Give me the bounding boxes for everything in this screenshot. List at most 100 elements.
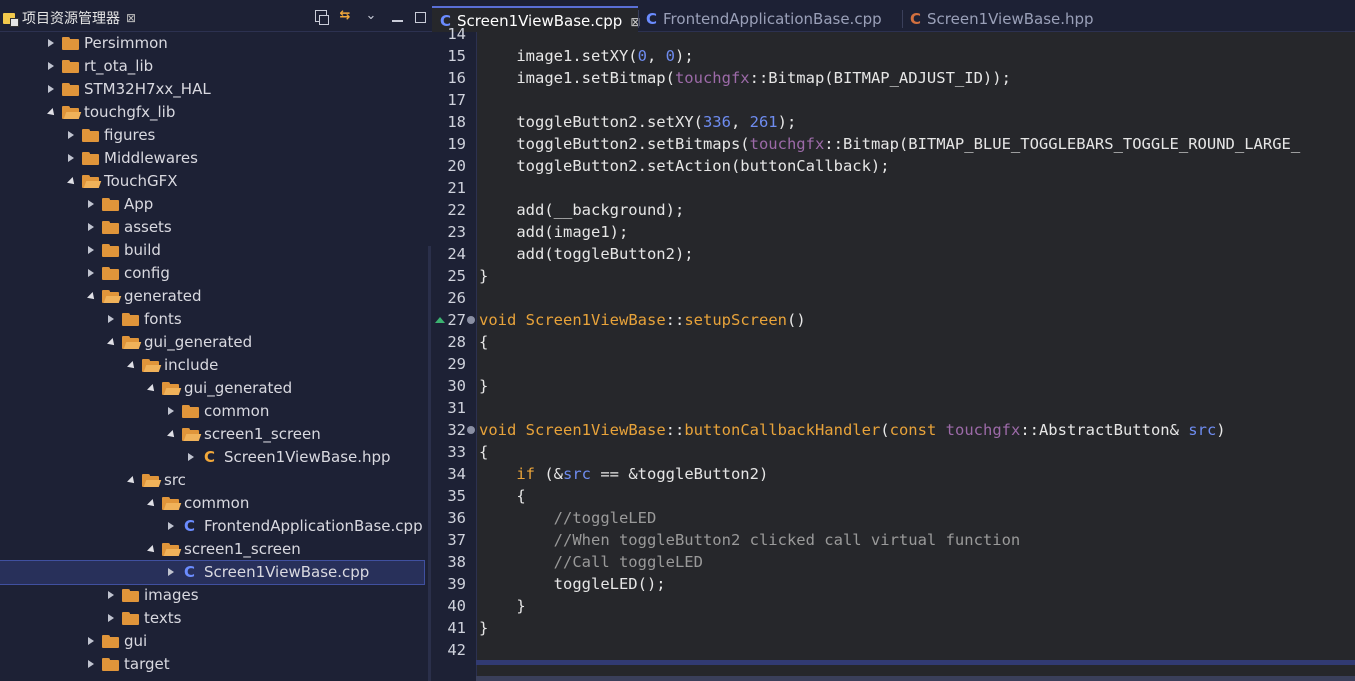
- tree-item[interactable]: screen1_screen: [0, 423, 432, 446]
- collapsed-arrow-icon[interactable]: [166, 515, 178, 538]
- collapsed-arrow-icon[interactable]: [66, 147, 78, 170]
- code-line[interactable]: {: [479, 485, 525, 507]
- link-with-editor-icon[interactable]: ⇆: [337, 8, 353, 24]
- expanded-arrow-icon[interactable]: [66, 170, 78, 193]
- tree-item[interactable]: Persimmon: [0, 32, 432, 55]
- tree-item[interactable]: gui_generated: [0, 377, 432, 400]
- code-line[interactable]: //When toggleButton2 clicked call virtua…: [479, 529, 1021, 551]
- collapsed-arrow-icon[interactable]: [66, 124, 78, 147]
- collapsed-arrow-icon[interactable]: [166, 561, 178, 584]
- expanded-arrow-icon[interactable]: [126, 469, 138, 492]
- tree-item[interactable]: images: [0, 584, 432, 607]
- editor-tab-label: Screen1ViewBase.hpp: [927, 10, 1094, 28]
- code-line[interactable]: image1.setBitmap(touchgfx::Bitmap(BITMAP…: [479, 67, 1011, 89]
- folder-icon: [102, 243, 120, 258]
- tree-item[interactable]: figures: [0, 124, 432, 147]
- tree-item[interactable]: rt_ota_lib: [0, 55, 432, 78]
- tree-item[interactable]: C Screen1ViewBase.hpp: [0, 446, 432, 469]
- tree-item[interactable]: texts: [0, 607, 432, 630]
- code-line[interactable]: toggleButton2.setXY(336, 261);: [479, 111, 796, 133]
- code-line[interactable]: void Screen1ViewBase::buttonCallbackHand…: [479, 419, 1226, 441]
- collapse-all-icon[interactable]: [315, 10, 329, 25]
- code-line[interactable]: {: [479, 331, 488, 353]
- collapsed-arrow-icon[interactable]: [86, 193, 98, 216]
- tree-item[interactable]: target: [0, 653, 432, 676]
- tree-item[interactable]: C Screen1ViewBase.cpp: [0, 560, 425, 585]
- tree-scrollbar[interactable]: [428, 246, 431, 681]
- expanded-arrow-icon[interactable]: [86, 285, 98, 308]
- expanded-arrow-icon[interactable]: [146, 377, 158, 400]
- horizontal-scrollbar[interactable]: [476, 660, 1355, 665]
- tree-item[interactable]: screen1_screen: [0, 538, 432, 561]
- code-token: {: [479, 443, 489, 461]
- collapsed-arrow-icon[interactable]: [46, 55, 58, 78]
- code-line[interactable]: image1.setXY(0, 0);: [479, 45, 693, 67]
- collapsed-arrow-icon[interactable]: [86, 239, 98, 262]
- tree-item-label: App: [124, 195, 154, 213]
- code-line[interactable]: }: [479, 595, 525, 617]
- minimize-icon[interactable]: [389, 8, 405, 24]
- tree-item[interactable]: TouchGFX: [0, 170, 432, 193]
- editor-tab[interactable]: C Screen1ViewBase.hpp: [902, 6, 1132, 32]
- tree-item[interactable]: touchgfx_lib: [0, 101, 432, 124]
- collapsed-arrow-icon[interactable]: [86, 262, 98, 285]
- collapsed-arrow-icon[interactable]: [46, 32, 58, 55]
- tree-item[interactable]: Middlewares: [0, 147, 432, 170]
- tree-item[interactable]: C FrontendApplicationBase.cpp: [0, 515, 432, 538]
- collapsed-arrow-icon[interactable]: [166, 400, 178, 423]
- code-line[interactable]: add(image1);: [479, 221, 628, 243]
- collapsed-arrow-icon[interactable]: [86, 653, 98, 676]
- collapsed-arrow-icon[interactable]: [186, 446, 198, 469]
- collapsed-arrow-icon[interactable]: [106, 584, 118, 607]
- code-token: ,: [646, 47, 666, 65]
- code-line[interactable]: toggleButton2.setBitmaps(touchgfx::Bitma…: [479, 133, 1300, 155]
- fold-marker-icon[interactable]: [467, 426, 475, 434]
- tree-item[interactable]: common: [0, 492, 432, 515]
- code-line[interactable]: toggleLED();: [479, 573, 666, 595]
- code-line[interactable]: add(__background);: [479, 199, 684, 221]
- code-line[interactable]: }: [479, 617, 488, 639]
- tree-item[interactable]: generated: [0, 285, 432, 308]
- tree-item[interactable]: gui: [0, 630, 432, 653]
- collapsed-arrow-icon[interactable]: [86, 630, 98, 653]
- collapsed-arrow-icon[interactable]: [106, 607, 118, 630]
- close-icon[interactable]: ⊠: [126, 11, 136, 25]
- fold-marker-icon[interactable]: [467, 316, 475, 324]
- tree-item[interactable]: App: [0, 193, 432, 216]
- code-line[interactable]: }: [479, 375, 488, 397]
- code-line[interactable]: {: [479, 441, 488, 463]
- expanded-arrow-icon[interactable]: [166, 423, 178, 446]
- code-line[interactable]: void Screen1ViewBase::setupScreen(): [479, 309, 806, 331]
- code-line[interactable]: //toggleLED: [479, 507, 657, 529]
- tree-item[interactable]: common: [0, 400, 432, 423]
- override-arrow-icon: [435, 317, 445, 323]
- expanded-arrow-icon[interactable]: [146, 538, 158, 561]
- tree-item[interactable]: gui_generated: [0, 331, 432, 354]
- tree-item[interactable]: fonts: [0, 308, 432, 331]
- editor-tab[interactable]: C FrontendApplicationBase.cpp: [638, 6, 902, 32]
- code-line[interactable]: add(toggleButton2);: [479, 243, 693, 265]
- tree-item[interactable]: src: [0, 469, 432, 492]
- tree-item-label: build: [124, 241, 161, 259]
- collapsed-arrow-icon[interactable]: [106, 308, 118, 331]
- tree-item[interactable]: config: [0, 262, 432, 285]
- expanded-arrow-icon[interactable]: [146, 492, 158, 515]
- collapsed-arrow-icon[interactable]: [86, 216, 98, 239]
- tab-project-explorer[interactable]: 项目资源管理器 ⊠: [2, 6, 136, 30]
- expanded-arrow-icon[interactable]: [106, 331, 118, 354]
- code-line[interactable]: toggleButton2.setAction(buttonCallback);: [479, 155, 889, 177]
- code-line[interactable]: }: [479, 265, 488, 287]
- view-menu-chevron-down-icon[interactable]: ⌄: [363, 8, 379, 24]
- hpp-file-icon: C: [204, 448, 216, 466]
- expanded-arrow-icon[interactable]: [126, 354, 138, 377]
- code-line[interactable]: //Call toggleLED: [479, 551, 703, 573]
- expanded-arrow-icon[interactable]: [46, 101, 58, 124]
- tree-item[interactable]: build: [0, 239, 432, 262]
- tree-item[interactable]: assets: [0, 216, 432, 239]
- maximize-icon[interactable]: [415, 11, 426, 23]
- tree-item[interactable]: STM32H7xx_HAL: [0, 78, 432, 101]
- code-area[interactable]: image1.setXY(0, 0); image1.setBitmap(tou…: [477, 32, 1355, 662]
- collapsed-arrow-icon[interactable]: [46, 78, 58, 101]
- tree-item[interactable]: include: [0, 354, 432, 377]
- code-line[interactable]: if (&src == &toggleButton2): [479, 463, 768, 485]
